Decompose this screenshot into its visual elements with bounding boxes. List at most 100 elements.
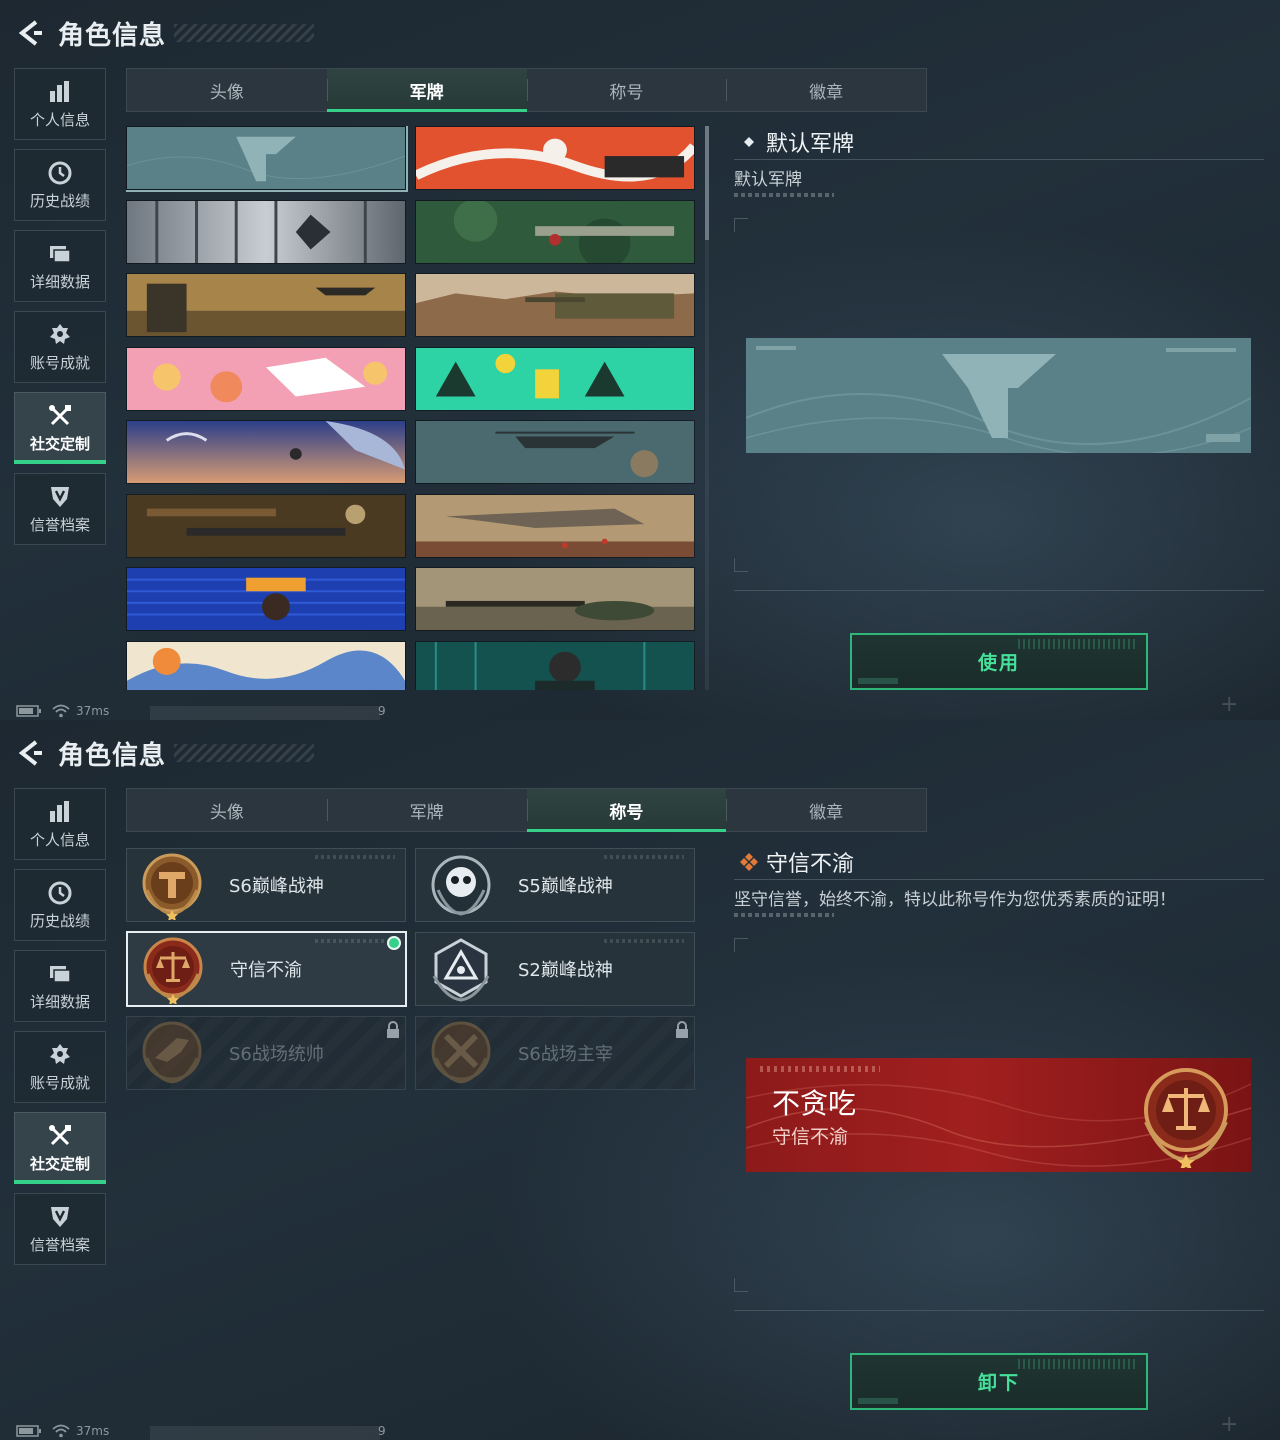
dog-tag-crashed-plane[interactable] <box>415 494 695 558</box>
status-bar: 37ms <box>16 704 109 718</box>
bar-chart-icon <box>47 79 73 105</box>
dog-tag-watercolor[interactable] <box>126 641 406 690</box>
nameplate-code-decoration <box>760 1066 880 1072</box>
tools-icon <box>47 403 73 429</box>
detail-code-decoration <box>734 193 834 197</box>
unequip-button[interactable]: 卸下 <box>850 1353 1148 1410</box>
sidebar-item-profile[interactable]: 个人信息 <box>14 68 106 140</box>
sidebar-item-achievements[interactable]: 账号成就 <box>14 1031 106 1103</box>
scrollbar-thumb[interactable] <box>705 126 709 240</box>
ping-readout: 37ms <box>76 1424 110 1438</box>
dog-tag-blue-visor[interactable] <box>126 567 406 631</box>
use-button[interactable]: 使用 <box>850 633 1148 690</box>
sidebar-item-label: 详细数据 <box>29 272 90 291</box>
triangle-emblem-icon <box>426 934 496 1004</box>
sidebar-item-achievements[interactable]: 账号成就 <box>14 311 106 383</box>
chevron-left-icon[interactable] <box>14 738 44 768</box>
title-card-locked[interactable]: S6战场主宰 <box>415 1016 695 1090</box>
dog-tag-default[interactable] <box>126 126 408 192</box>
shield-icon <box>47 484 73 510</box>
title-name: S5巅峰战神 <box>518 876 613 897</box>
sidebar-item-reputation[interactable]: 信誉档案 <box>14 473 106 545</box>
title-nameplate-preview: 不贪吃 守信不渝 <box>746 1058 1251 1172</box>
status-track <box>150 706 380 720</box>
title-name: S6巅峰战神 <box>229 876 324 897</box>
title-card[interactable]: S5巅峰战神 <box>415 848 695 922</box>
tab-bar: 头像 军牌 称号 徽章 <box>126 68 927 112</box>
shield-icon <box>47 1204 73 1230</box>
title-name: 守信不渝 <box>230 960 302 981</box>
dog-tag-screen: 角色信息 个人信息 历史战绩 详细数据 账号成就 社交定制 信誉档案 头像 军牌… <box>0 0 1280 720</box>
dog-tag-skydive[interactable] <box>126 420 406 484</box>
tab-avatar[interactable]: 头像 <box>127 69 327 111</box>
detail-code-decoration <box>734 913 834 917</box>
detail-description: 坚守信誉，始终不渝，特以此称号作为您优秀素质的证明！ <box>734 890 1176 910</box>
sidebar-item-reputation[interactable]: 信誉档案 <box>14 1193 106 1265</box>
sidebar-item-social-custom[interactable]: 社交定制 <box>14 1112 106 1184</box>
divider <box>734 590 1264 591</box>
dog-tag-pink-cats[interactable] <box>126 347 406 411</box>
folder-icon <box>47 241 73 267</box>
page-title: 角色信息 <box>58 20 167 51</box>
equipped-indicator <box>387 936 401 950</box>
wifi-icon <box>52 1424 70 1438</box>
tab-title[interactable]: 称号 <box>526 789 727 832</box>
detail-title: 守信不渝 <box>766 852 855 877</box>
detail-heading: 守信不渝 <box>738 846 854 878</box>
battery-icon <box>16 1425 41 1437</box>
status-bar: 37ms <box>16 1424 109 1438</box>
status-number: 9 <box>378 1424 386 1438</box>
bar-chart-icon <box>47 799 73 825</box>
sidebar-item-history[interactable]: 历史战绩 <box>14 149 106 221</box>
card-decoration <box>315 939 395 943</box>
sidebar-item-details[interactable]: 详细数据 <box>14 230 106 302</box>
tab-title[interactable]: 称号 <box>526 69 727 111</box>
dog-tag-steel[interactable] <box>126 200 406 264</box>
button-decoration <box>858 1398 898 1404</box>
header: 角色信息 <box>14 730 314 776</box>
sidebar-item-label: 账号成就 <box>29 353 90 372</box>
sidebar-item-label: 社交定制 <box>29 1154 90 1173</box>
dog-tag-desert-soldier[interactable] <box>126 273 406 337</box>
grid-scrollbar[interactable] <box>705 126 709 690</box>
dog-tag-desert-tank[interactable] <box>415 273 695 337</box>
folder-icon <box>47 961 73 987</box>
dog-tag-weapons[interactable] <box>126 494 406 558</box>
title-card[interactable]: S6巅峰战神 <box>126 848 406 922</box>
tab-dog-tag[interactable]: 军牌 <box>326 789 527 831</box>
detail-description: 默认军牌 <box>734 170 802 190</box>
tools-icon <box>47 1123 73 1149</box>
lock-icon <box>676 1021 688 1038</box>
use-button-label: 使用 <box>977 652 1020 674</box>
sidebar: 个人信息 历史战绩 详细数据 账号成就 社交定制 信誉档案 <box>14 788 106 1274</box>
tab-badge[interactable]: 徽章 <box>726 789 926 831</box>
divider <box>734 1310 1264 1311</box>
tab-dog-tag[interactable]: 军牌 <box>326 69 527 112</box>
player-name: 不贪吃 <box>772 1087 857 1120</box>
lock-icon <box>387 1021 399 1038</box>
sidebar-item-history[interactable]: 历史战绩 <box>14 869 106 941</box>
title-decoration <box>174 24 314 42</box>
tab-badge[interactable]: 徽章 <box>726 69 926 111</box>
dog-tag-sniper[interactable] <box>415 567 695 631</box>
dog-tag-teal-soldier[interactable] <box>415 641 695 690</box>
title-card-locked[interactable]: S6战场统帅 <box>126 1016 406 1090</box>
sidebar-item-social-custom[interactable]: 社交定制 <box>14 392 106 464</box>
sidebar-item-details[interactable]: 详细数据 <box>14 950 106 1022</box>
title-card-selected[interactable]: 守信不渝 <box>126 931 407 1007</box>
header: 角色信息 <box>14 10 314 56</box>
diamond-icon <box>738 131 760 153</box>
sidebar-item-profile[interactable]: 个人信息 <box>14 788 106 860</box>
status-track <box>150 1426 380 1440</box>
diamond-cluster-icon <box>738 851 760 873</box>
dog-tag-helicopter[interactable] <box>415 420 695 484</box>
chevron-left-icon[interactable] <box>14 18 44 48</box>
title-card[interactable]: S2巅峰战神 <box>415 932 695 1006</box>
dog-tag-camo-rifle[interactable] <box>415 200 695 264</box>
scales-emblem-icon <box>1136 1062 1236 1170</box>
dog-tag-teal-graphic[interactable] <box>415 347 695 411</box>
title-screen: 角色信息 个人信息 历史战绩 详细数据 账号成就 社交定制 信誉档案 头像 军牌… <box>0 720 1280 1440</box>
laurel-t-emblem-icon <box>137 850 207 921</box>
dog-tag-orange-helmet[interactable] <box>415 126 695 190</box>
tab-avatar[interactable]: 头像 <box>127 789 327 831</box>
